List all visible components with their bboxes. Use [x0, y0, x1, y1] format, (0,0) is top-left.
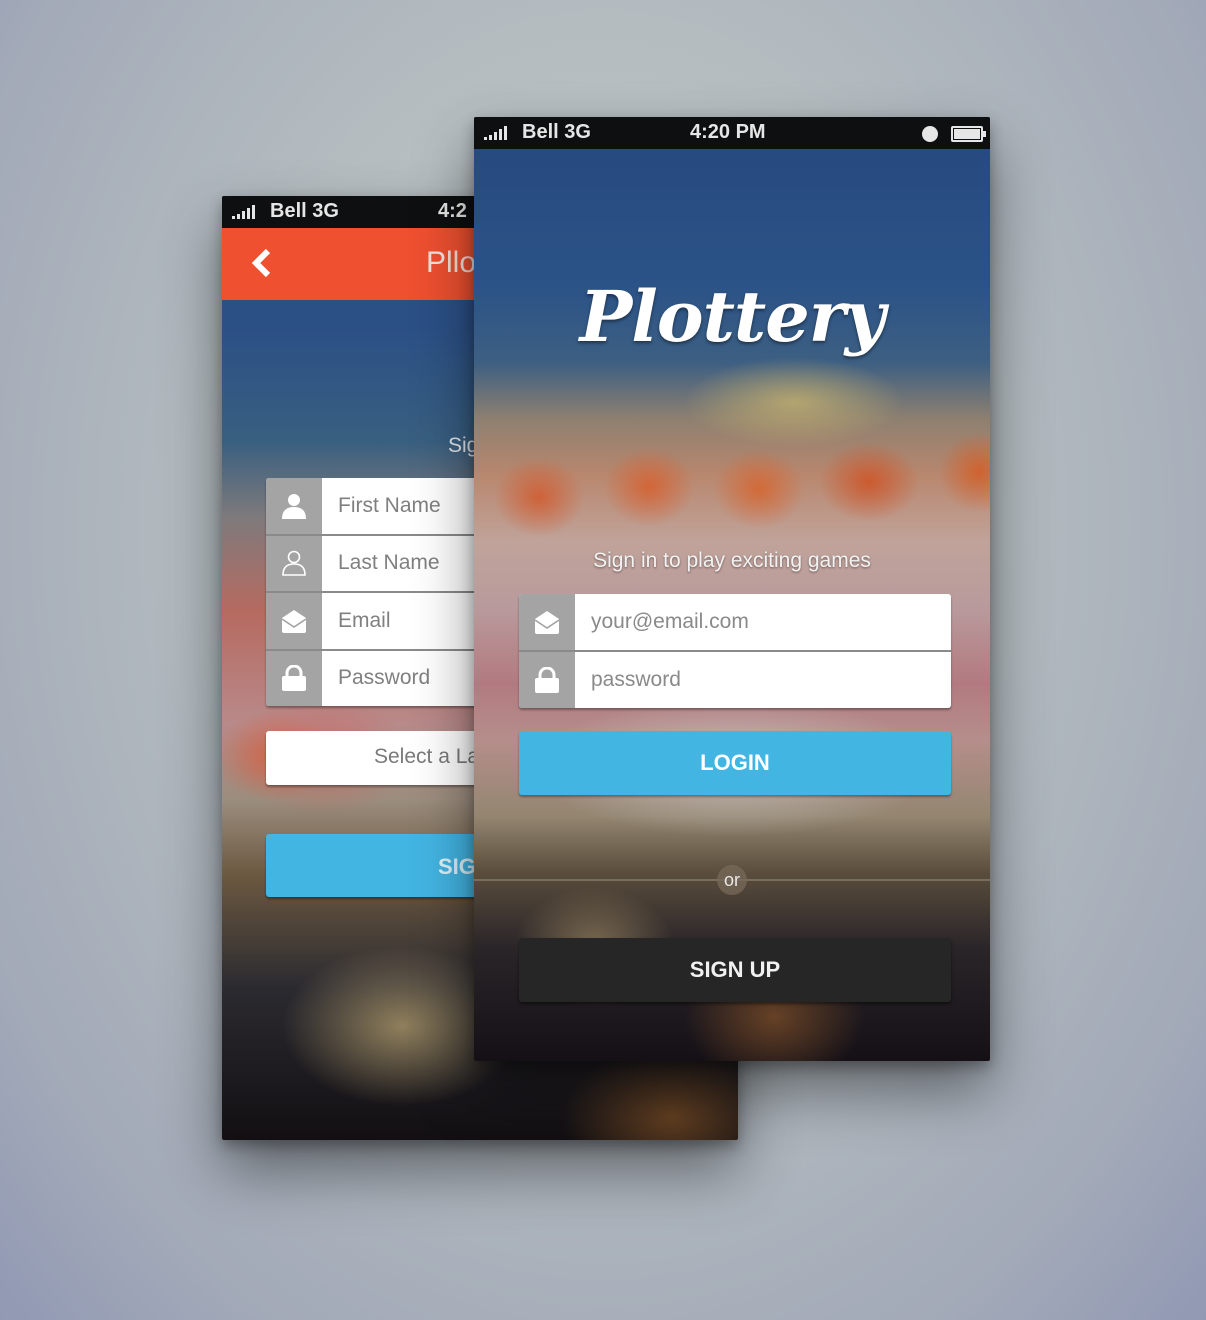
- alarm-clock-icon: [922, 126, 938, 142]
- app-title: Pllo: [426, 246, 477, 279]
- status-bar: Bell 3G 4:20 PM: [474, 117, 990, 149]
- email-placeholder: Email: [338, 608, 391, 632]
- tagline: Sign in to play exciting games: [593, 549, 871, 572]
- signup-button[interactable]: SIGN UP: [519, 938, 951, 1002]
- lock-icon: [266, 650, 322, 706]
- time-label: 4:20 PM: [690, 121, 766, 143]
- envelope-open-icon: [519, 594, 575, 650]
- signal-icon: [232, 205, 255, 219]
- login-screen: Bell 3G 4:20 PM Plottery Sign in to play…: [474, 117, 990, 1061]
- lock-icon: [519, 652, 575, 708]
- login-form: your@email.com password: [519, 594, 951, 708]
- brand-logo: Plottery: [579, 275, 886, 358]
- time-label: 4:2: [438, 200, 467, 222]
- battery-icon: [951, 126, 986, 142]
- signal-icon: [484, 126, 507, 140]
- chevron-left-icon[interactable]: [248, 248, 278, 278]
- signup-submit-label: SIG: [438, 854, 476, 879]
- envelope-open-icon: [266, 593, 322, 649]
- user-filled-icon: [266, 478, 322, 534]
- divider-or-label: or: [717, 865, 747, 895]
- email-placeholder: your@email.com: [591, 610, 749, 633]
- login-button[interactable]: LOGIN: [519, 731, 951, 795]
- carrier-label: Bell 3G: [522, 121, 591, 143]
- carrier-label: Bell 3G: [270, 200, 339, 222]
- language-select-label: Select a Lar: [374, 745, 487, 768]
- password-field[interactable]: password: [519, 652, 951, 708]
- first-name-placeholder: First Name: [338, 493, 441, 517]
- password-placeholder: Password: [338, 666, 431, 690]
- email-field[interactable]: your@email.com: [519, 594, 951, 652]
- user-outline-icon: [266, 535, 322, 591]
- last-name-placeholder: Last Name: [338, 551, 440, 575]
- password-placeholder: password: [591, 668, 681, 691]
